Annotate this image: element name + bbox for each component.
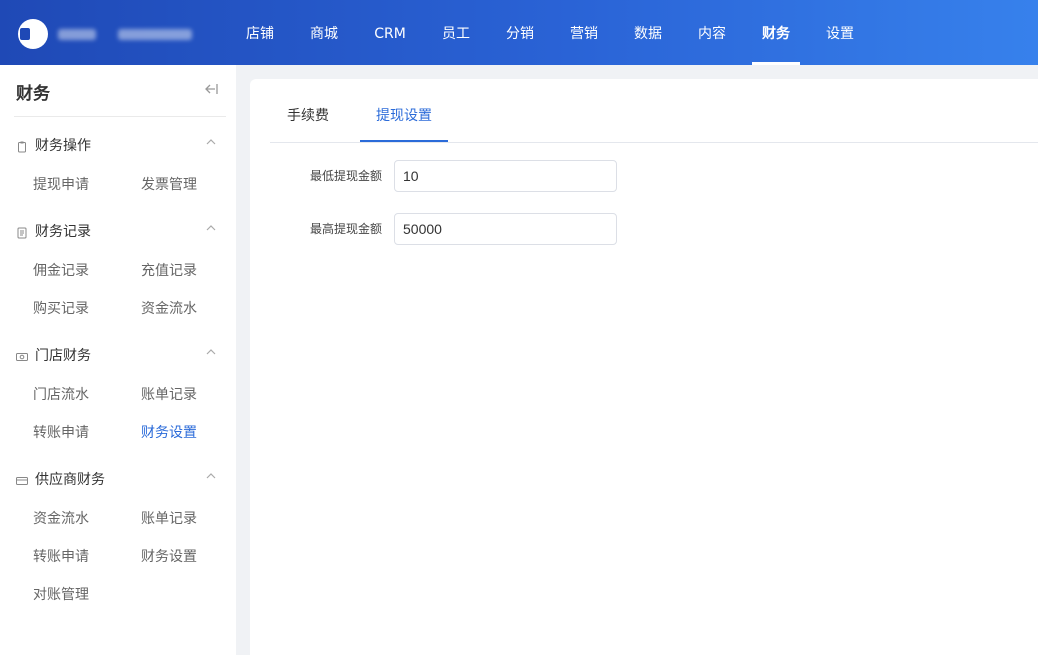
nav-item-mall[interactable]: 商城 (300, 0, 348, 65)
menu-group-store-finance[interactable]: 门店财务 (16, 344, 226, 364)
nav-item-data[interactable]: 数据 (624, 0, 672, 65)
menu-item-store-flow[interactable]: 门店流水 (33, 384, 89, 404)
tab-withdrawal-settings[interactable]: 提现设置 (376, 105, 432, 125)
chevron-up-icon[interactable] (206, 223, 216, 236)
card-icon (16, 472, 28, 485)
menu-item-fund-flow[interactable]: 资金流水 (141, 298, 197, 318)
chevron-up-icon[interactable] (206, 347, 216, 360)
nav-item-store[interactable]: 店铺 (236, 0, 284, 65)
sidebar-title: 财务 (16, 84, 50, 104)
tab-handling-fee[interactable]: 手续费 (287, 105, 329, 125)
nav-item-content[interactable]: 内容 (688, 0, 736, 65)
nav-item-settings[interactable]: 设置 (816, 0, 864, 65)
menu-item-invoice-management[interactable]: 发票管理 (141, 174, 197, 194)
clipboard-icon (16, 138, 28, 153)
sidebar-divider (14, 116, 226, 117)
menu-group-label: 门店财务 (35, 348, 91, 364)
menu-item-supplier-bill-records[interactable]: 账单记录 (141, 508, 197, 528)
menu-item-supplier-fund-flow[interactable]: 资金流水 (33, 508, 89, 528)
menu-group-supplier-finance[interactable]: 供应商财务 (16, 468, 226, 488)
menu-item-finance-settings[interactable]: 财务设置 (141, 422, 197, 442)
menu-group-label: 供应商财务 (35, 472, 105, 488)
menu-group-finance-operations[interactable]: 财务操作 (16, 134, 226, 154)
menu-item-commission-records[interactable]: 佣金记录 (33, 260, 89, 280)
menu-group-label: 财务记录 (35, 224, 91, 240)
menu-group-finance-records[interactable]: 财务记录 (16, 220, 226, 240)
menu-item-transfer-request[interactable]: 转账申请 (33, 422, 89, 442)
chevron-up-icon[interactable] (206, 471, 216, 484)
sidebar: 财务 财务操作 提现申请 发票管理 财务记录 佣金记录 充值记录 购买记录 资金… (0, 65, 236, 655)
nav-item-marketing[interactable]: 营销 (560, 0, 608, 65)
app-logo[interactable] (18, 19, 48, 49)
nav-item-crm[interactable]: CRM (366, 0, 414, 65)
min-withdrawal-input[interactable] (394, 160, 617, 192)
max-withdrawal-input[interactable] (394, 213, 617, 245)
menu-item-purchase-records[interactable]: 购买记录 (33, 298, 89, 318)
active-tab-indicator (360, 140, 448, 142)
menu-item-reconciliation[interactable]: 对账管理 (33, 584, 89, 604)
menu-item-supplier-finance-settings[interactable]: 财务设置 (141, 546, 197, 566)
main-content-card: 手续费 提现设置 最低提现金额 最高提现金额 (250, 79, 1038, 655)
menu-item-withdrawal-request[interactable]: 提现申请 (33, 174, 89, 194)
brand-name-blurred (118, 29, 192, 40)
nav-item-staff[interactable]: 员工 (432, 0, 480, 65)
nav-item-distribution[interactable]: 分销 (496, 0, 544, 65)
collapse-sidebar-icon[interactable] (203, 82, 219, 96)
max-withdrawal-label: 最高提现金额 (309, 222, 382, 236)
nav-item-finance[interactable]: 财务 (752, 0, 800, 65)
tabs-divider (270, 142, 1038, 143)
menu-item-bill-records[interactable]: 账单记录 (141, 384, 197, 404)
chevron-up-icon[interactable] (206, 137, 216, 150)
menu-item-recharge-records[interactable]: 充值记录 (141, 260, 197, 280)
menu-group-label: 财务操作 (35, 138, 91, 154)
min-withdrawal-label: 最低提现金额 (309, 169, 382, 183)
brand-name-blurred (58, 29, 96, 40)
menu-item-supplier-transfer-request[interactable]: 转账申请 (33, 546, 89, 566)
document-icon (16, 224, 28, 239)
top-nav-bar: 店铺 商城 CRM 员工 分销 营销 数据 内容 财务 设置 (0, 0, 1038, 65)
cash-icon (16, 348, 28, 361)
